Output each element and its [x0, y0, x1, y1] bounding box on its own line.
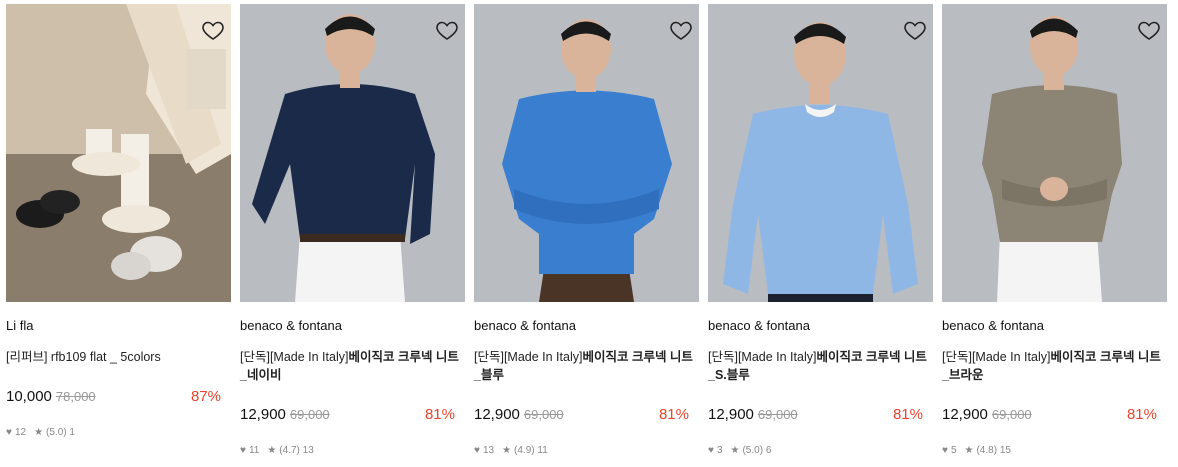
product-card[interactable]: benaco & fontana [단독][Made In Italy]베이직코… — [240, 4, 465, 467]
product-grid: Li fla [리퍼브] rfb109 flat _ 5colors 10,00… — [0, 0, 1178, 467]
heart-icon: ♥ — [6, 427, 12, 438]
sale-price: 12,900 — [240, 406, 286, 423]
wishlist-heart-icon[interactable] — [201, 18, 225, 42]
model-navy-knit — [240, 4, 465, 302]
original-price: 69,000 — [757, 407, 798, 422]
rating-score: (4.8) — [976, 445, 998, 456]
title-prefix: [단독][Made In Italy] — [240, 350, 349, 364]
wishlist-heart-icon[interactable] — [435, 18, 459, 42]
star-icon: ★ — [267, 445, 277, 456]
rating-score: (5.0) — [46, 427, 67, 438]
title-prefix: [단독][Made In Italy] — [474, 350, 583, 364]
sale-price: 10,000 — [6, 388, 52, 405]
wishlist-heart-icon[interactable] — [669, 18, 693, 42]
like-count: 13 — [482, 445, 495, 456]
review-count: 1 — [69, 427, 75, 438]
price-row: 12,900 69,000 81% — [942, 406, 1157, 428]
product-meta: ♥ 12 ★ (5.0) 1 — [6, 427, 75, 438]
original-price: 69,000 — [523, 407, 564, 422]
price-row: 10,000 78,000 87% — [6, 388, 221, 410]
discount-rate: 87% — [190, 388, 221, 405]
product-card[interactable]: benaco & fontana [단독][Made In Italy]베이직코… — [474, 4, 699, 467]
star-icon: ★ — [964, 445, 974, 456]
price-row: 12,900 69,000 81% — [240, 406, 455, 428]
wishlist-heart-icon[interactable] — [1137, 18, 1161, 42]
product-card[interactable]: benaco & fontana [단독][Made In Italy]베이직코… — [708, 4, 933, 467]
product-title[interactable]: [단독][Made In Italy]베이직코 크루넥 니트_네이비 — [240, 348, 460, 384]
brand-name[interactable]: benaco & fontana — [708, 318, 810, 333]
model-blue-knit — [474, 4, 699, 302]
heart-icon: ♥ — [240, 445, 246, 456]
original-price: 69,000 — [289, 407, 330, 422]
product-meta: ♥ 11 ★ (4.7) 13 — [240, 445, 314, 456]
review-count: 6 — [765, 445, 772, 456]
discount-rate: 81% — [892, 406, 923, 423]
title-prefix: [단독][Made In Italy] — [708, 350, 817, 364]
like-count: 11 — [248, 445, 260, 456]
like-count: 5 — [950, 445, 957, 456]
price-row: 12,900 69,000 81% — [474, 406, 689, 428]
title-prefix: [리퍼브] — [6, 350, 48, 364]
review-count: 11 — [537, 445, 548, 456]
product-image[interactable] — [708, 4, 933, 302]
price-row: 12,900 69,000 81% — [708, 406, 923, 428]
rating-score: (4.9) — [514, 445, 535, 456]
heart-icon: ♥ — [474, 445, 480, 456]
star-icon: ★ — [502, 445, 512, 456]
product-card[interactable]: Li fla [리퍼브] rfb109 flat _ 5colors 10,00… — [6, 4, 231, 467]
like-count: 3 — [716, 445, 723, 456]
title-main: rfb109 flat _ 5colors — [47, 350, 161, 364]
product-meta: ♥ 3 ★ (5.0) 6 — [708, 445, 771, 456]
review-count: 13 — [302, 445, 314, 456]
heart-icon: ♥ — [708, 445, 714, 456]
discount-rate: 81% — [658, 406, 689, 423]
sale-price: 12,900 — [942, 406, 988, 423]
product-title[interactable]: [단독][Made In Italy]베이직코 크루넥 니트_브라운 — [942, 348, 1162, 384]
product-image[interactable] — [240, 4, 465, 302]
title-prefix: [단독][Made In Italy] — [942, 350, 1051, 364]
discount-rate: 81% — [1126, 406, 1157, 423]
discount-rate: 81% — [424, 406, 455, 423]
star-icon: ★ — [730, 445, 740, 456]
product-card[interactable]: benaco & fontana [단독][Made In Italy]베이직코… — [942, 4, 1167, 467]
brand-name[interactable]: benaco & fontana — [240, 318, 342, 333]
product-meta: ♥ 5 ★ (4.8) 15 — [942, 445, 1011, 456]
sale-price: 12,900 — [474, 406, 520, 423]
product-meta: ♥ 13 ★ (4.9) 11 — [474, 445, 548, 456]
star-icon: ★ — [34, 427, 44, 438]
brand-name[interactable]: benaco & fontana — [942, 318, 1044, 333]
product-title[interactable]: [단독][Made In Italy]베이직코 크루넥 니트_블루 — [474, 348, 694, 384]
original-price: 78,000 — [55, 389, 96, 404]
rating-score: (4.7) — [279, 445, 300, 456]
product-image[interactable] — [942, 4, 1167, 302]
product-image[interactable] — [6, 4, 231, 302]
rating-score: (5.0) — [742, 445, 764, 456]
brand-name[interactable]: Li fla — [6, 318, 33, 333]
product-title[interactable]: [단독][Made In Italy]베이직코 크루넥 니트_S.블루 — [708, 348, 928, 384]
product-title[interactable]: [리퍼브] rfb109 flat _ 5colors — [6, 348, 226, 366]
heart-icon: ♥ — [942, 445, 948, 456]
sale-price: 12,900 — [708, 406, 754, 423]
model-brown-knit — [942, 4, 1167, 302]
review-count: 15 — [999, 445, 1011, 456]
product-image[interactable] — [474, 4, 699, 302]
original-price: 69,000 — [991, 407, 1032, 422]
shoes-photo — [6, 4, 231, 302]
brand-name[interactable]: benaco & fontana — [474, 318, 576, 333]
model-skyblue-knit — [708, 4, 933, 302]
like-count: 12 — [14, 427, 27, 438]
wishlist-heart-icon[interactable] — [903, 18, 927, 42]
